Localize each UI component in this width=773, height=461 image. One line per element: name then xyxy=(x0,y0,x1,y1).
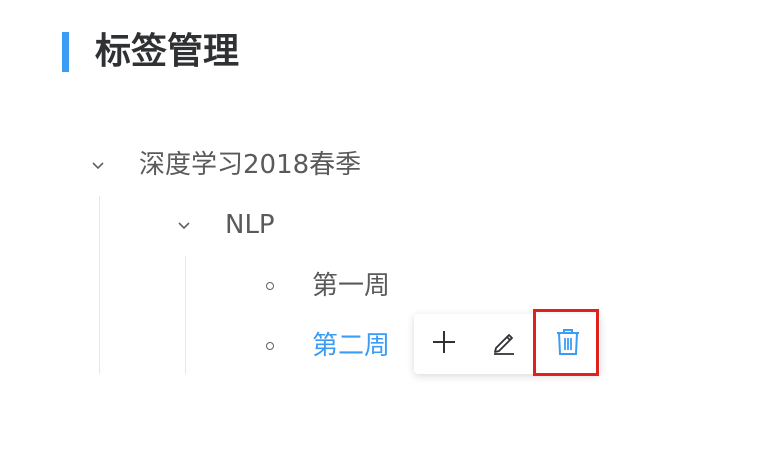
tree-node-root[interactable]: 深度学习2018春季 xyxy=(139,148,361,182)
highlight-box xyxy=(533,309,599,376)
tree-node-week2[interactable]: 第二周 xyxy=(312,329,390,363)
edit-button[interactable] xyxy=(474,314,534,374)
add-button[interactable] xyxy=(414,314,474,374)
tree-node-week1[interactable]: 第一周 xyxy=(312,269,390,303)
tree-node-label: 深度学习2018春季 xyxy=(139,150,362,180)
page-title: 标签管理 xyxy=(95,31,240,72)
tree-guide-line-level1 xyxy=(99,196,100,374)
bullet-icon xyxy=(266,342,274,350)
tree-node-label: NLP xyxy=(225,210,275,240)
tree-node-nlp[interactable]: NLP xyxy=(225,208,275,242)
title-accent-bar xyxy=(62,32,69,72)
tree-node-label: 第一周 xyxy=(312,271,391,301)
tree-node-label: 第二周 xyxy=(312,331,391,361)
tag-management-page: 标签管理 深度学习2018春季 NLP 第一周 第二周 xyxy=(0,0,773,461)
chevron-down-icon[interactable] xyxy=(88,156,108,176)
plus-icon xyxy=(431,329,457,359)
pencil-icon xyxy=(490,328,518,360)
bullet-icon xyxy=(266,282,274,290)
chevron-down-icon[interactable] xyxy=(174,216,194,236)
tree-guide-line-level2 xyxy=(185,256,186,374)
